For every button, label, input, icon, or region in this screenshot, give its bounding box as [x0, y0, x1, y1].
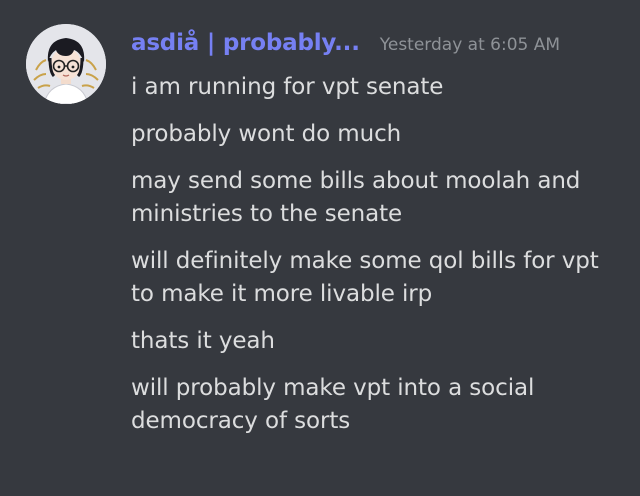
timestamp: Yesterday at 6:05 AM [379, 35, 561, 55]
message-header: asdiå | probably... Yesterday at 6:05 AM [131, 30, 560, 70]
message-line: thats it yeah [131, 328, 275, 354]
message-line: i am running for vpt senate [131, 74, 444, 100]
user-avatar[interactable] [26, 24, 106, 104]
user-avatar-illustration-icon [26, 24, 106, 104]
message-list: i am running for vpt senate probably won… [131, 71, 626, 452]
message-line: will probably make vpt into a social dem… [131, 375, 535, 434]
message-line: probably wont do much [131, 121, 402, 147]
message-line: will definitely make some qol bills for … [131, 248, 599, 307]
message-group: asdiå | probably... Yesterday at 6:05 AM… [0, 0, 640, 496]
username[interactable]: asdiå | probably... [131, 30, 360, 56]
message-line: may send some bills about moolah and min… [131, 168, 581, 227]
